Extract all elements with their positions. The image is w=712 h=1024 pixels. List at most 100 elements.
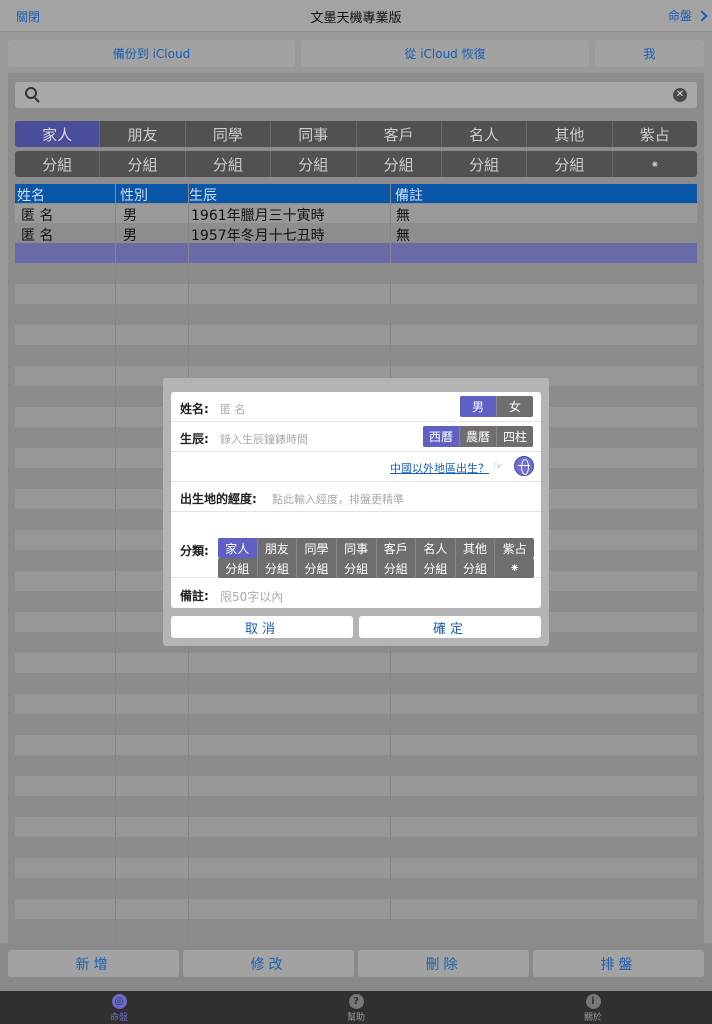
birth-input[interactable]: 錄入生辰鐘錶時間 (220, 431, 308, 447)
globe-icon[interactable] (514, 456, 534, 476)
chart-nav-button[interactable]: 命盤 (667, 7, 708, 24)
dialog-cat-friends[interactable]: 朋友 (258, 538, 298, 558)
row-gender: 男 (123, 208, 137, 224)
longitude-row: 出生地的經度: 點此輸入經度，排盤更精準 (171, 482, 541, 512)
dialog-group[interactable]: 分組 (218, 558, 258, 578)
backup-icloud-button[interactable]: 備份到 iCloud (8, 40, 295, 67)
chart-nav-label: 命盤 (667, 9, 692, 23)
tab-friends[interactable]: 朋友 (100, 121, 186, 147)
dialog-group[interactable]: 分組 (456, 558, 496, 578)
dialog-group-selector: 分組 分組 分組 分組 分組 分組 分組 ⁕ (218, 558, 534, 578)
tab-celebrities[interactable]: 名人 (442, 121, 528, 147)
gender-male[interactable]: 男 (460, 396, 497, 417)
name-input[interactable]: 匿 名 (220, 401, 246, 417)
tab-ziwei[interactable]: 紫占 (613, 121, 697, 147)
name-label: 姓名: (180, 402, 209, 416)
tab-family[interactable]: 家人 (15, 121, 101, 147)
navigation-bar: 關閉 文墨天機專業版 命盤 (0, 0, 712, 32)
empty-row (15, 325, 697, 345)
dialog-cat-clients[interactable]: 客戶 (377, 538, 417, 558)
selected-empty-row[interactable] (15, 243, 697, 263)
empty-row (15, 653, 697, 673)
empty-row (15, 776, 697, 796)
calendar-solar[interactable]: 西曆 (423, 426, 460, 447)
column-name: 姓名 (17, 188, 45, 204)
dialog-cat-celebrities[interactable]: 名人 (416, 538, 456, 558)
table-row[interactable]: 匿 名 男 1961年臘月三十寅時 無 (15, 204, 697, 224)
row-note: 無 (396, 228, 410, 244)
row-birth: 1961年臘月三十寅時 (191, 208, 325, 224)
group-tab[interactable]: 分組 (357, 151, 442, 177)
cancel-button[interactable]: 取消 (171, 616, 353, 638)
group-tab[interactable]: 分組 (100, 151, 186, 177)
dialog-group-star[interactable]: ⁕ (495, 558, 534, 578)
dialog-form: 姓名: 匿 名 男 女 生辰: 錄入生辰鐘錶時間 西曆 農曆 四柱 中國以外地區… (171, 392, 541, 608)
page-title: 文墨天機專業版 (310, 11, 402, 26)
pointing-hand-icon: ☞ (493, 460, 503, 473)
empty-row (15, 284, 697, 304)
longitude-input[interactable]: 點此輸入經度，排盤更精準 (272, 491, 404, 507)
dialog-group[interactable]: 分組 (297, 558, 337, 578)
tab-clients[interactable]: 客戶 (357, 121, 442, 147)
clear-search-icon[interactable]: ✕ (673, 88, 687, 102)
tab-about[interactable]: i 關於 (563, 994, 623, 1023)
tab-about-label: 關於 (583, 1013, 602, 1023)
tab-help[interactable]: ? 幫助 (326, 994, 386, 1023)
chart-icon: ◎ (111, 994, 127, 1009)
note-input[interactable]: 限50字以內 (220, 588, 283, 605)
edit-button[interactable]: 修改 (183, 950, 354, 977)
calendar-four-pillars[interactable]: 四柱 (497, 426, 533, 447)
group-tab[interactable]: 分組 (15, 151, 101, 177)
tab-chart-label: 命盤 (109, 1013, 128, 1023)
note-row: 備註: 限50字以內 (171, 580, 541, 608)
arrange-chart-button[interactable]: 排盤 (533, 950, 704, 977)
tab-colleagues[interactable]: 同事 (271, 121, 357, 147)
row-name: 匿 名 (21, 228, 54, 244)
chevron-right-icon (696, 9, 708, 22)
column-divider (115, 184, 116, 944)
birth-label: 生辰: (180, 432, 209, 446)
dialog-cat-classmates[interactable]: 同學 (297, 538, 337, 558)
me-button[interactable]: 我 (595, 40, 704, 67)
tab-help-label: 幫助 (346, 1013, 365, 1023)
row-gender: 男 (123, 228, 137, 244)
add-button[interactable]: 新增 (8, 950, 179, 977)
tab-classmates[interactable]: 同學 (186, 121, 272, 147)
empty-row (15, 899, 697, 919)
tab-others[interactable]: 其他 (527, 121, 613, 147)
dialog-group[interactable]: 分組 (377, 558, 417, 578)
dialog-cat-ziwei[interactable]: 紫占 (495, 538, 534, 558)
row-birth: 1957年冬月十七丑時 (191, 228, 325, 244)
search-bar[interactable]: ✕ (15, 82, 697, 108)
gender-female[interactable]: 女 (497, 396, 533, 417)
row-name: 匿 名 (21, 208, 54, 224)
dialog-cat-colleagues[interactable]: 同事 (337, 538, 377, 558)
longitude-label: 出生地的經度: (180, 492, 257, 506)
search-input[interactable] (45, 86, 645, 104)
empty-row (15, 858, 697, 878)
dialog-group[interactable]: 分組 (258, 558, 298, 578)
dialog-group[interactable]: 分組 (337, 558, 377, 578)
dialog-group[interactable]: 分組 (416, 558, 456, 578)
dialog-cat-family[interactable]: 家人 (218, 538, 258, 558)
overseas-birth-link[interactable]: 中國以外地區出生？ (390, 460, 489, 476)
group-tab[interactable]: 分組 (442, 151, 528, 177)
tab-chart[interactable]: ◎ 命盤 (89, 994, 149, 1023)
gender-selector: 男 女 (460, 396, 533, 417)
name-row: 姓名: 匿 名 男 女 (171, 392, 541, 422)
table-header: 姓名 性別 生辰 備註 (15, 184, 697, 204)
group-tab[interactable]: 分組 (527, 151, 613, 177)
search-icon (25, 87, 37, 99)
group-tab[interactable]: 分組 (271, 151, 357, 177)
dialog-cat-others[interactable]: 其他 (456, 538, 496, 558)
group-tab[interactable]: 分組 (186, 151, 272, 177)
table-row[interactable]: 匿 名 男 1957年冬月十七丑時 無 (15, 224, 697, 244)
help-icon: ? (348, 994, 364, 1009)
calendar-lunar[interactable]: 農曆 (460, 426, 497, 447)
restore-icloud-button[interactable]: 從 iCloud 恢復 (301, 40, 589, 67)
confirm-button[interactable]: 確定 (359, 616, 541, 638)
column-note: 備註 (395, 188, 423, 204)
category-label: 分類: (180, 544, 209, 558)
group-tab-star[interactable]: ⁕ (613, 151, 697, 177)
delete-button[interactable]: 刪除 (358, 950, 529, 977)
